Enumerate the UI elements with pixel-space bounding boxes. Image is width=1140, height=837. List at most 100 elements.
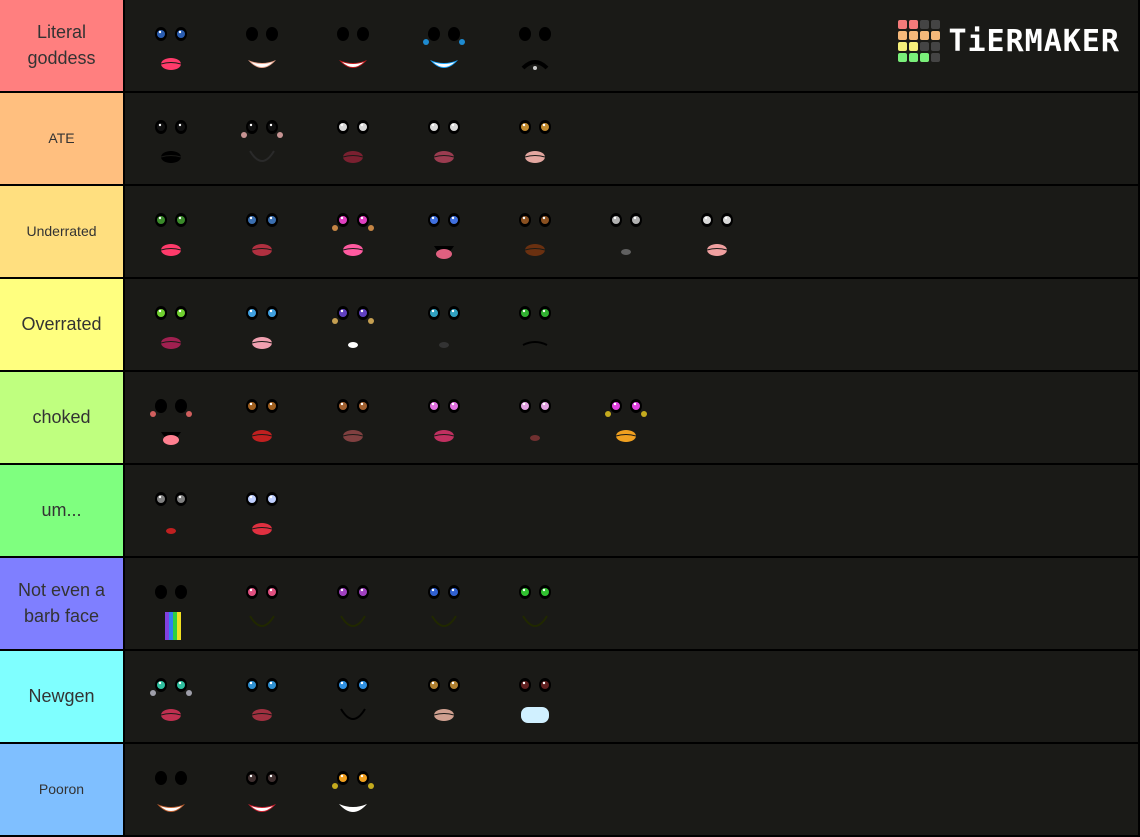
- face-item-blush-open-mouth[interactable]: [133, 378, 209, 458]
- face-icon: [337, 584, 369, 627]
- face-item-pink-anime-eyes[interactable]: [315, 192, 391, 272]
- face-item-blush-smile[interactable]: [224, 99, 300, 179]
- tier-label[interactable]: Not even a barb face: [0, 558, 123, 649]
- face-item-black-eyes-red-smile[interactable]: [315, 6, 391, 86]
- logo-grid-cell: [909, 42, 919, 51]
- face-item-teal-gem-eyes[interactable]: [133, 657, 209, 737]
- tier-label[interactable]: Underrated: [0, 186, 123, 277]
- face-item-rainbow-tongue-face[interactable]: [133, 564, 209, 644]
- logo-grid-cell: [931, 20, 941, 29]
- tier-label[interactable]: um...: [0, 465, 123, 556]
- logo-grid-cell: [920, 20, 930, 29]
- face-item-teal-angry-eyes[interactable]: [406, 285, 482, 365]
- face-item-red-lips-grin[interactable]: [224, 750, 300, 830]
- logo-grid-cell: [898, 31, 908, 40]
- face-item-green-dot-eyes-smile[interactable]: [497, 564, 573, 644]
- face-item-green-eyes-frown[interactable]: [497, 285, 573, 365]
- face-icon: [150, 398, 192, 445]
- face-icon: [332, 305, 374, 348]
- face-item-purple-eyes-red-lips[interactable]: [224, 471, 300, 551]
- face-icon: [701, 212, 733, 256]
- face-icon: [246, 398, 278, 442]
- face-item-black-lips-closed-eyes[interactable]: [133, 99, 209, 179]
- face-icon: [155, 26, 187, 70]
- tiermaker-logo[interactable]: TiERMAKER: [898, 20, 1120, 62]
- tier-items-dropzone[interactable]: [125, 558, 1138, 649]
- face-icon: [155, 119, 187, 163]
- face-icon: [332, 212, 374, 256]
- face-item-hazel-eyes-freckle[interactable]: [497, 99, 573, 179]
- face-icon: [246, 26, 278, 68]
- face-item-rainbow-eyes[interactable]: [588, 378, 664, 458]
- face-item-black-eyes-pink-lips[interactable]: [679, 192, 755, 272]
- tier-label[interactable]: Pooron: [0, 744, 123, 835]
- face-item-black-eyes-smile[interactable]: [224, 6, 300, 86]
- tier-items-dropzone[interactable]: [125, 465, 1138, 556]
- face-icon: [428, 677, 460, 721]
- logo-grid-cell: [931, 42, 941, 51]
- face-icon: [155, 770, 187, 812]
- face-item-purple-eye-wink[interactable]: [315, 285, 391, 365]
- face-item-grey-mime-face[interactable]: [588, 192, 664, 272]
- tier-label[interactable]: Literal goddess: [0, 0, 123, 91]
- face-icon: [241, 119, 283, 162]
- face-item-blue-shadow-butterfly[interactable]: [224, 657, 300, 737]
- face-item-blue-eyes-small-lips[interactable]: [224, 192, 300, 272]
- face-icon: [337, 119, 369, 163]
- face-icon: [150, 677, 192, 721]
- face-icon: [519, 212, 551, 256]
- face-icon: [337, 398, 369, 442]
- face-item-brown-eyes-face[interactable]: [497, 192, 573, 272]
- face-item-golden-eyes-face[interactable]: [406, 657, 482, 737]
- logo-grid-cell: [931, 53, 941, 62]
- face-item-green-gradient-eyes[interactable]: [133, 285, 209, 365]
- face-item-blue-eyes-lashes[interactable]: [315, 657, 391, 737]
- face-item-glowing-teeth-face[interactable]: [497, 657, 573, 737]
- face-item-pink-dot-eyes-smile[interactable]: [224, 564, 300, 644]
- face-icon: [519, 584, 551, 627]
- face-item-big-blue-anime-eyes[interactable]: [406, 192, 482, 272]
- face-icon: [332, 770, 374, 812]
- tier-items-dropzone[interactable]: [125, 372, 1138, 463]
- tier-row: ATE: [0, 93, 1138, 184]
- face-item-brown-eyes-red-lips[interactable]: [224, 378, 300, 458]
- logo-grid-cell: [898, 20, 908, 29]
- face-icon: [519, 119, 551, 163]
- face-item-doll-stitch-face[interactable]: [133, 471, 209, 551]
- face-item-classic-smile[interactable]: [133, 750, 209, 830]
- logo-grid-cell: [909, 31, 919, 40]
- face-icon: [610, 212, 642, 255]
- tier-label[interactable]: Overrated: [0, 279, 123, 370]
- face-item-star-eyes-grin[interactable]: [315, 750, 391, 830]
- face-item-blue-dot-eyes-smile[interactable]: [406, 564, 482, 644]
- face-icon: [337, 26, 369, 68]
- face-icon: [428, 212, 460, 259]
- face-icon: [423, 26, 465, 68]
- face-item-pink-glitter-eyes[interactable]: [406, 378, 482, 458]
- face-item-angry-black-face[interactable]: [497, 6, 573, 86]
- tier-label[interactable]: choked: [0, 372, 123, 463]
- tier-items-dropzone[interactable]: [125, 279, 1138, 370]
- logo-grid-cell: [898, 42, 908, 51]
- tier-row: Pooron: [0, 744, 1138, 835]
- face-item-blue-eyes-pink-lips[interactable]: [133, 6, 209, 86]
- face-item-brown-eyes-sprinkles[interactable]: [315, 378, 391, 458]
- face-item-purple-dot-eyes-smile[interactable]: [315, 564, 391, 644]
- tier-label[interactable]: Newgen: [0, 651, 123, 742]
- tier-items-dropzone[interactable]: [125, 186, 1138, 277]
- tier-label[interactable]: ATE: [0, 93, 123, 184]
- tier-items-dropzone[interactable]: [125, 93, 1138, 184]
- tier-items-dropzone[interactable]: [125, 744, 1138, 835]
- tiermaker-logo-text: TiERMAKER: [948, 23, 1120, 59]
- face-item-dark-makeup-face[interactable]: [315, 99, 391, 179]
- face-item-pink-flower-eyes[interactable]: [497, 378, 573, 458]
- tiermaker-grid-icon: [898, 20, 941, 62]
- face-item-blue-sparkle-smile[interactable]: [406, 6, 482, 86]
- face-icon: [246, 770, 278, 812]
- face-item-green-eyes-pink-lips[interactable]: [133, 192, 209, 272]
- face-item-blue-eyes-pink-lips-2[interactable]: [224, 285, 300, 365]
- face-icon: [428, 584, 460, 627]
- face-item-blue-shadow-face[interactable]: [406, 99, 482, 179]
- tier-items-dropzone[interactable]: [125, 651, 1138, 742]
- face-icon: [155, 491, 187, 534]
